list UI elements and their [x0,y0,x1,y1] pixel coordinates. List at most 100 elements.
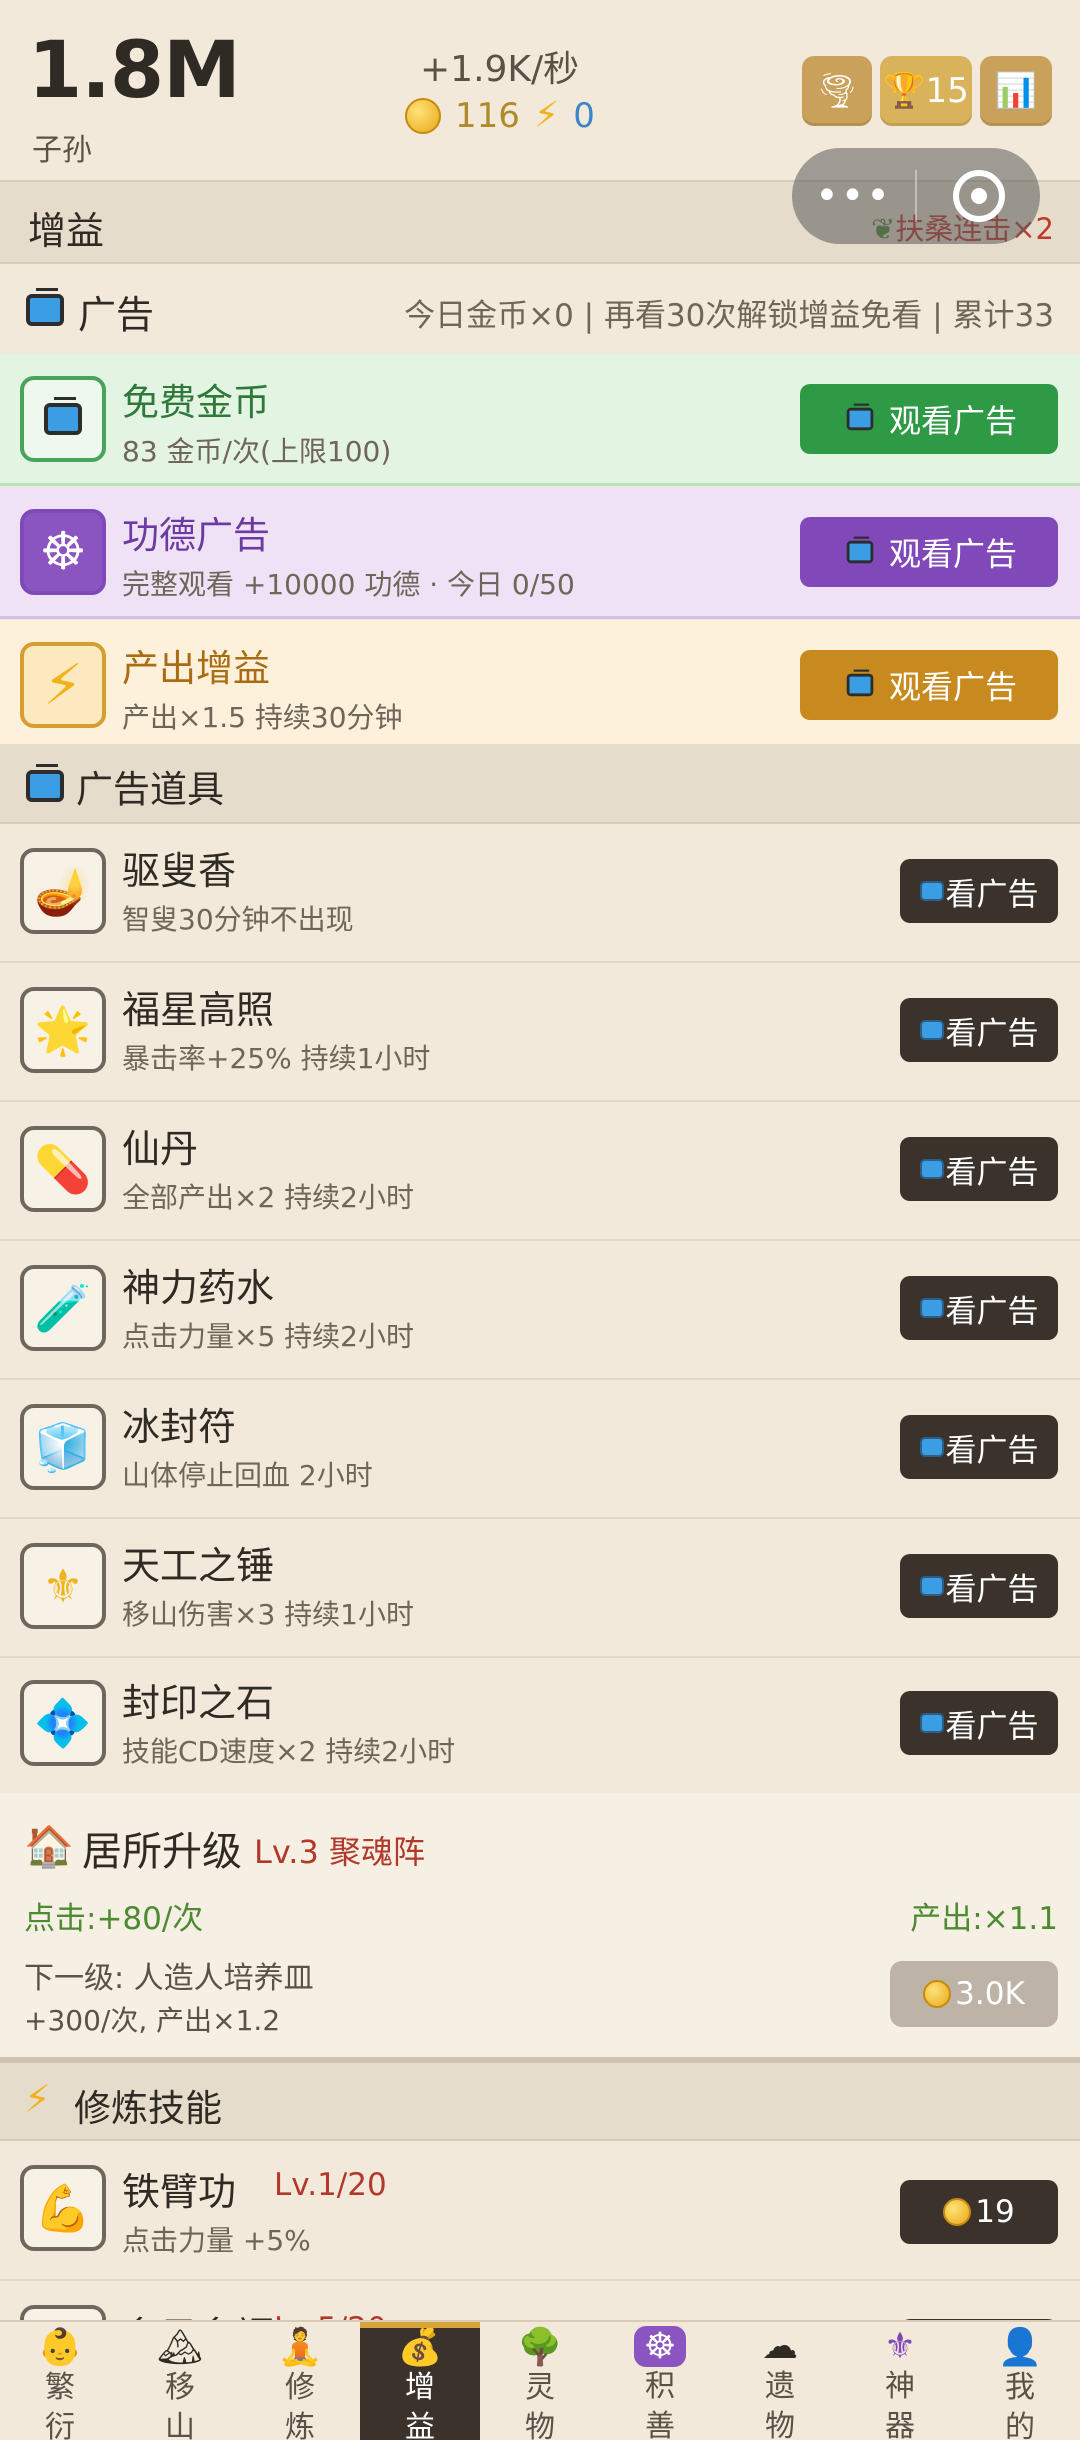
upgrade-skill-button[interactable]: 19 [900,2180,1058,2244]
ad-title: 功德广告 [122,514,270,557]
watch-ad-button[interactable]: 看广告 [900,1554,1058,1618]
more-menu-button[interactable]: ••• [792,173,915,219]
coin-icon [405,97,441,134]
trophy-icon: 🏆 [883,71,926,111]
diamond-icon: 💠 [20,1680,106,1766]
item-subtitle: 技能CD速度×2 持续2小时 [122,1735,456,1768]
watch-ad-button[interactable]: 看广告 [900,1415,1058,1479]
button-label: 看广告 [945,1293,1039,1330]
mountain-icon: 🏔 [157,2327,203,2368]
residence-title: 居所升级 [82,1829,242,1875]
skills-header: ⚡ 修炼技能 [0,2063,1080,2141]
tv-icon [919,1437,944,1457]
house-icon: 🏠 [24,1824,74,1870]
fleur-icon: ⚜ [883,2326,917,2367]
watch-ad-button[interactable]: 看广告 [900,1137,1058,1201]
item-subtitle: 点击力量×5 持续2小时 [122,1320,414,1353]
watch-ad-button[interactable]: 观看广告 [800,384,1058,454]
ad-title: 免费金币 [122,381,270,424]
tv-icon [919,1298,944,1318]
bottom-nav: 👶 繁衍 🏔 移山 🧘 修炼 💰 增益 🌳 灵物 ☸ 积善 ☁ 遗物 ⚜ 神器 … [0,2320,1080,2440]
skill-cost: 19 [975,2194,1015,2230]
tornado-button[interactable]: 🌪 [802,56,872,126]
tv-icon [26,764,64,802]
user-icon: 👤 [997,2327,1043,2368]
tab-label: 移山 [165,2370,195,2440]
skill-row: 💪 铁臂功 Lv.1/20 点击力量 +5% 19 [0,2143,1080,2281]
item-title: 仙丹 [122,1127,199,1171]
tab-zengyi[interactable]: 💰 增益 [360,2322,480,2440]
list-item: 🪔 驱叟香 智叟30分钟不出现 看广告 [0,824,1080,963]
stats-button[interactable]: 📊 [980,56,1052,126]
dharma-wheel-icon: ☸ [634,2326,686,2367]
tab-label: 修炼 [285,2370,315,2440]
trophy-count: 15 [925,71,969,111]
button-label: 看广告 [945,1154,1039,1191]
tv-icon [919,881,944,901]
tab-label: 积善 [645,2369,675,2440]
watch-ad-button[interactable]: 看广告 [900,1276,1058,1340]
tab-lingwu[interactable]: 🌳 灵物 [480,2322,600,2440]
ad-subtitle: 完整观看 +10000 功德 · 今日 0/50 [122,568,575,601]
close-miniprogram-button[interactable] [917,170,1040,222]
dharma-wheel-icon: ☸ [20,509,106,595]
lightning-icon: ⚡ [533,95,560,136]
tab-label: 繁衍 [45,2370,75,2440]
skill-level: Lv.1/20 [274,2167,387,2203]
watch-ad-button[interactable]: 看广告 [900,859,1058,923]
tv-icon [20,376,106,462]
button-label: 看广告 [945,1708,1039,1745]
tab-fanyan[interactable]: 👶 繁衍 [0,2322,120,2440]
tv-icon [919,1020,944,1040]
ads-info: 今日金币×0 | 再看30次解锁增益免看 | 累计33 [404,298,1054,334]
next-level-detail: +300/次, 产出×1.2 [24,2004,281,2037]
tab-shenqi[interactable]: ⚜ 神器 [840,2322,960,2440]
tab-yishan[interactable]: 🏔 移山 [120,2322,240,2440]
tab-jishan[interactable]: ☸ 积善 [600,2322,720,2440]
tab-yiwu[interactable]: ☁ 遗物 [720,2322,840,2440]
tab-wode[interactable]: 👤 我的 [960,2322,1080,2440]
watch-ad-button[interactable]: 观看广告 [800,650,1058,720]
ice-cube-icon: 🧊 [20,1404,106,1490]
hammer-icon: ⚜ [20,1543,106,1629]
lightning-icon: ⚡ [24,2077,51,2121]
tv-icon [919,1159,944,1179]
item-title: 封印之石 [122,1681,275,1725]
ad-subtitle: 产出×1.5 持续30分钟 [122,701,403,734]
ad-title: 产出增益 [122,647,270,690]
click-power: 点击:+80/次 [24,1901,204,1937]
ads-header: 广告 今日金币×0 | 再看30次解锁增益免看 | 累计33 [0,264,1080,354]
tornado-icon: 🌪 [815,71,859,111]
tv-icon [846,669,874,697]
upgrade-residence-button[interactable]: 3.0K [890,1961,1058,2027]
coin-count: 116 [455,95,520,136]
watch-ad-button[interactable]: 看广告 [900,1691,1058,1755]
list-item: 🌟 福星高照 暴击率+25% 持续1小时 看广告 [0,963,1080,1102]
descendants-value: 1.8M [28,26,241,116]
tab-label: 遗物 [765,2369,795,2440]
watch-ad-button[interactable]: 观看广告 [800,517,1058,587]
tv-icon [846,536,874,564]
button-label: 看广告 [945,1571,1039,1608]
list-item: 🧊 冰封符 山体停止回血 2小时 看广告 [0,1380,1080,1519]
item-subtitle: 暴击率+25% 持续1小时 [122,1042,431,1075]
ad-card-free-coins: 免费金币 83 金币/次(上限100) 观看广告 [0,354,1080,486]
watch-ad-button[interactable]: 看广告 [900,998,1058,1062]
app-screen: 1.8M 子孙 +1.9K/秒 116 ⚡ 0 🌪 🏆15 📊 增益 ❦扶桑连击… [0,0,1080,2440]
test-tube-icon: 🧪 [20,1265,106,1351]
item-title: 神力药水 [122,1266,275,1310]
tv-icon [846,403,874,431]
ads-title: 广告 [78,293,155,337]
item-title: 冰封符 [122,1405,237,1449]
residence-level: Lv.3 聚魂阵 [254,1833,425,1871]
trophy-button[interactable]: 🏆 15 [880,56,972,126]
miniprogram-capsule: ••• [792,148,1040,244]
tree-icon: 🌳 [517,2327,563,2368]
tab-xiulian[interactable]: 🧘 修炼 [240,2322,360,2440]
tv-icon [919,1576,944,1596]
tab-label: 灵物 [525,2370,555,2440]
item-title: 驱叟香 [122,849,237,893]
upgrade-cost: 3.0K [955,1976,1025,2012]
item-subtitle: 智叟30分钟不出现 [122,903,354,936]
target-icon [952,170,1005,222]
